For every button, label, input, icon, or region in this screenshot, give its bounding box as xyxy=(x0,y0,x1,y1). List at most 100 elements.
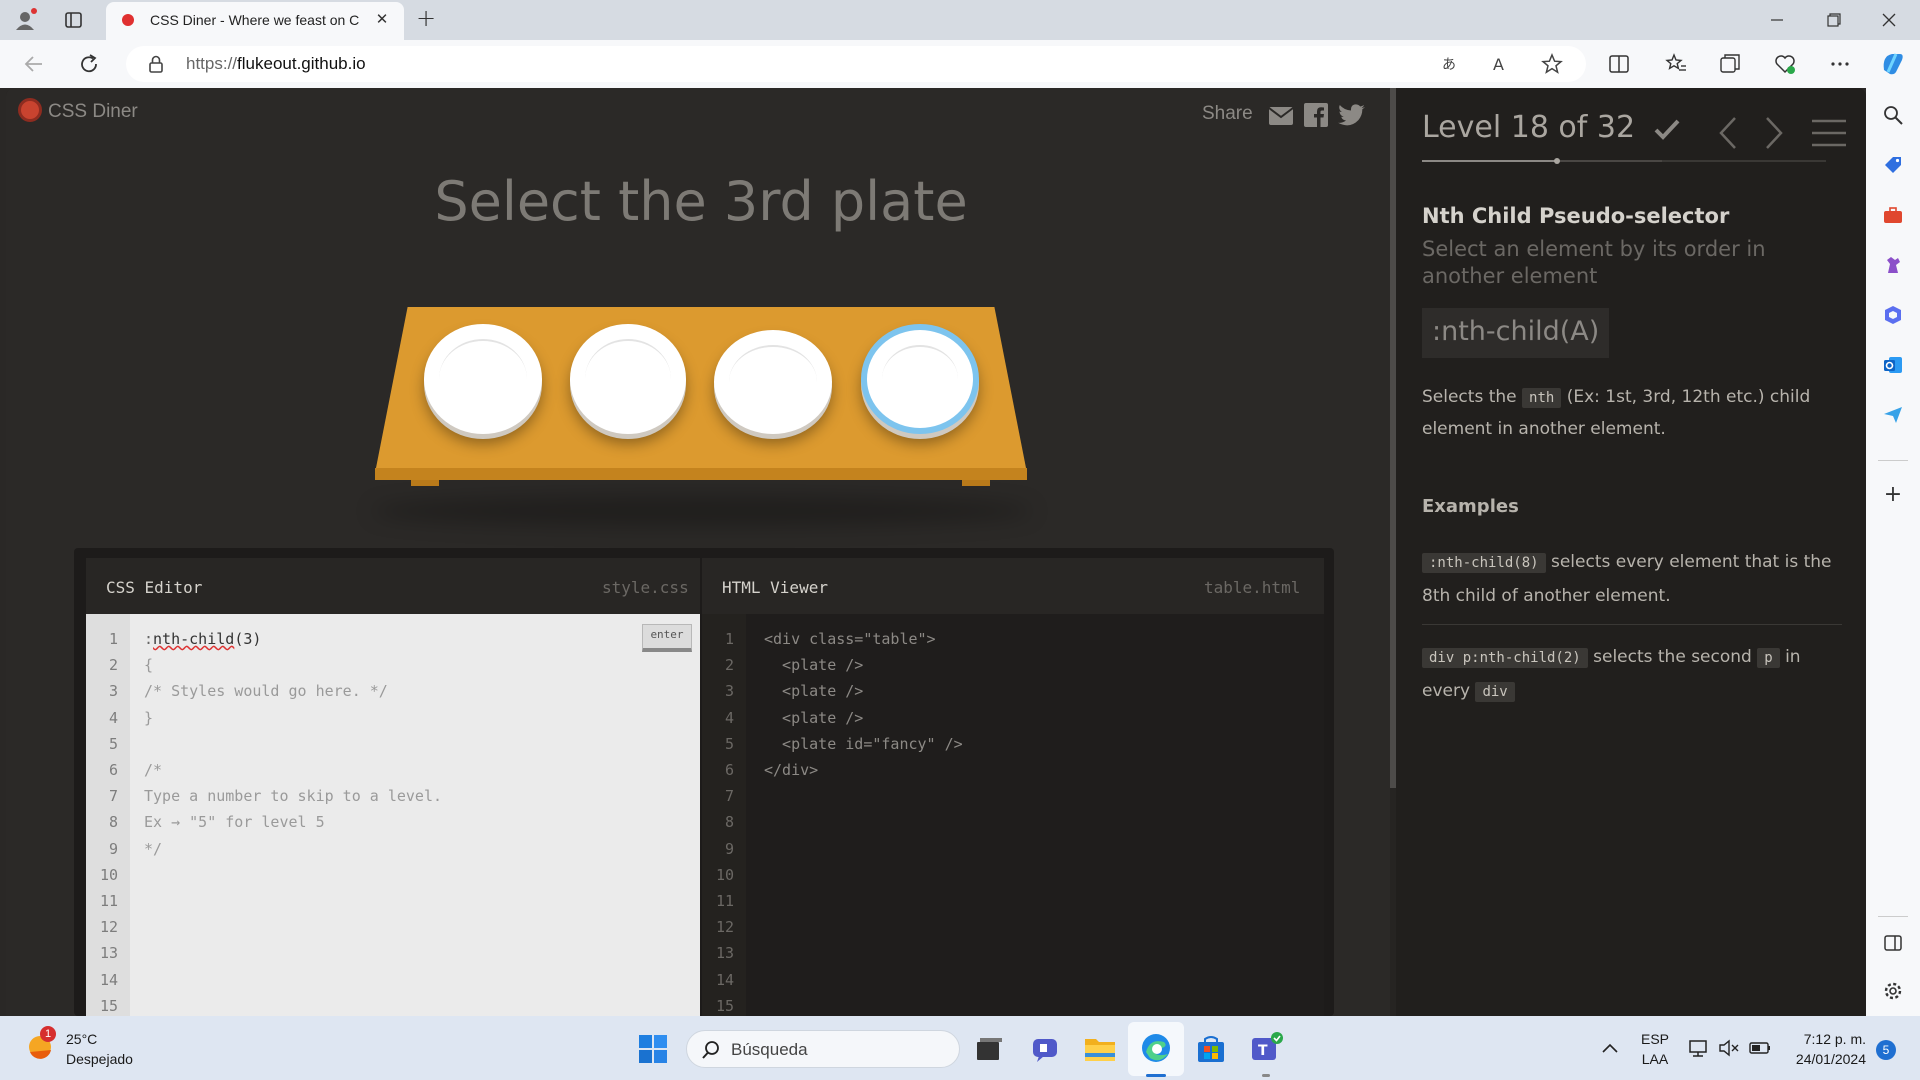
task-view-icon[interactable] xyxy=(974,1034,1004,1064)
address-bar[interactable]: https://flukeout.github.io あ A xyxy=(126,46,1586,82)
help-syntax: :nth-child(A) xyxy=(1422,308,1610,358)
next-level-icon[interactable] xyxy=(1764,116,1784,150)
close-tab-icon[interactable]: ✕ xyxy=(372,10,392,30)
html-line-number: 14 xyxy=(715,970,734,989)
microsoft-365-icon[interactable] xyxy=(1882,304,1904,326)
edge-active-indicator xyxy=(1146,1074,1166,1077)
plate-fancy[interactable] xyxy=(861,324,979,434)
weather-condition[interactable]: Despejado xyxy=(66,1051,133,1067)
level-progress-rest xyxy=(1662,160,1826,162)
css-line-number: 6 xyxy=(108,761,118,779)
level-progress-marker xyxy=(1554,158,1560,164)
html-code-line: <plate /> xyxy=(764,682,864,701)
level-menu-icon[interactable] xyxy=(1812,118,1846,148)
example-1: :nth-child(8) selects every element that… xyxy=(1422,552,1832,606)
level-indicator[interactable]: Level 18 of 32 xyxy=(1422,110,1635,145)
show-hidden-icons-icon[interactable] xyxy=(1600,1038,1620,1058)
clock-time[interactable]: 7:12 p. m. xyxy=(1780,1031,1866,1047)
shopping-tag-icon[interactable] xyxy=(1882,154,1904,176)
css-code-line: Type a number to skip to a level. xyxy=(144,787,443,806)
taskbar-search[interactable]: Búsqueda xyxy=(686,1030,960,1068)
level-help-panel: Level 18 of 32 Nth Child Pseudo-selector… xyxy=(1396,88,1866,1016)
html-line-number: 2 xyxy=(724,656,734,675)
css-line-number: 14 xyxy=(99,970,118,989)
minimize-icon[interactable] xyxy=(1762,10,1792,30)
weather-badge: 1 xyxy=(40,1026,56,1042)
teams-new-icon[interactable]: T xyxy=(1250,1032,1284,1064)
css-code-line: } xyxy=(144,708,154,727)
plate-2[interactable] xyxy=(570,324,686,434)
favorite-star-icon[interactable] xyxy=(1541,53,1563,75)
translate-icon[interactable]: あ xyxy=(1442,54,1462,74)
tools-icon[interactable] xyxy=(1882,204,1904,226)
css-line-number: 1 xyxy=(108,630,118,648)
html-line-number: 4 xyxy=(724,708,734,727)
email-share-icon[interactable] xyxy=(1268,106,1294,126)
settings-gear-icon[interactable] xyxy=(1882,980,1904,1002)
clock-date[interactable]: 24/01/2024 xyxy=(1780,1051,1866,1067)
edge-browser-icon[interactable] xyxy=(1140,1032,1172,1064)
more-options-icon[interactable] xyxy=(1828,52,1852,76)
keyboard-layout[interactable]: LAA xyxy=(1638,1051,1672,1067)
css-editor-title: CSS Editor xyxy=(106,578,203,597)
browser-essentials-icon[interactable] xyxy=(1773,52,1797,76)
level-complete-check-icon xyxy=(1654,118,1680,140)
enter-button[interactable]: enter xyxy=(642,624,692,652)
html-viewer-filename: table.html xyxy=(1204,578,1301,597)
new-tab-button[interactable]: + xyxy=(414,4,438,32)
search-icon[interactable] xyxy=(1882,104,1904,126)
css-selector-input[interactable]: :nth-child(3) xyxy=(144,630,261,648)
twitter-share-icon[interactable] xyxy=(1338,104,1366,126)
network-icon[interactable] xyxy=(1688,1038,1710,1058)
volume-muted-icon[interactable] xyxy=(1718,1038,1740,1058)
favorites-icon[interactable] xyxy=(1664,52,1688,76)
teams-chat-icon[interactable] xyxy=(1030,1034,1060,1064)
restore-icon[interactable] xyxy=(1818,10,1848,30)
css-line-number: 15 xyxy=(99,996,118,1015)
weather-temperature[interactable]: 25°C xyxy=(66,1031,97,1047)
browser-tab[interactable]: CSS Diner - Where we feast on C ✕ xyxy=(106,2,404,40)
lock-icon[interactable] xyxy=(148,55,164,73)
profile-icon[interactable] xyxy=(14,8,40,32)
notification-count-badge[interactable]: 5 xyxy=(1876,1040,1896,1060)
css-editor-header: CSS Editor style.css xyxy=(86,558,700,615)
html-line-number: 3 xyxy=(724,682,734,701)
sidebar-divider xyxy=(1878,460,1908,461)
css-line-number: 7 xyxy=(108,787,118,806)
copilot-icon[interactable] xyxy=(1878,48,1908,78)
table-shadow xyxy=(372,496,1032,526)
close-window-icon[interactable] xyxy=(1874,10,1904,30)
plate-3[interactable] xyxy=(714,330,832,434)
html-line-number: 7 xyxy=(724,787,734,806)
input-language[interactable]: ESP xyxy=(1638,1031,1672,1047)
css-line-number: 4 xyxy=(108,708,118,727)
url-text[interactable]: https://flukeout.github.io xyxy=(186,54,366,74)
file-explorer-icon[interactable] xyxy=(1084,1034,1116,1064)
send-icon[interactable] xyxy=(1882,404,1904,426)
html-code-line: <plate id="fancy" /> xyxy=(764,734,963,753)
html-line-number: 6 xyxy=(724,761,734,779)
games-icon[interactable] xyxy=(1882,254,1904,276)
collections-icon[interactable] xyxy=(1718,52,1742,76)
split-screen-icon[interactable] xyxy=(1608,54,1630,74)
facebook-share-icon[interactable] xyxy=(1304,103,1328,127)
windows-start-icon[interactable] xyxy=(638,1034,668,1064)
taskbar-search-placeholder: Búsqueda xyxy=(731,1040,808,1059)
plate-1[interactable] xyxy=(424,324,542,434)
css-editor-filename: style.css xyxy=(602,578,689,597)
hide-sidebar-icon[interactable] xyxy=(1882,932,1904,954)
read-aloud-icon[interactable]: A xyxy=(1492,54,1512,74)
previous-level-icon[interactable] xyxy=(1718,116,1738,150)
css-code-line: Ex → "5" for level 5 xyxy=(144,813,325,832)
example-divider xyxy=(1422,624,1842,625)
microsoft-store-icon[interactable] xyxy=(1196,1034,1226,1064)
html-line-number: 8 xyxy=(724,813,734,832)
tab-actions-icon[interactable] xyxy=(64,10,84,30)
outlook-icon[interactable] xyxy=(1882,354,1904,376)
battery-icon[interactable] xyxy=(1748,1038,1772,1058)
refresh-icon[interactable] xyxy=(77,52,101,76)
css-code-line: /* xyxy=(144,761,163,779)
add-sidebar-item-icon[interactable]: + xyxy=(1882,482,1904,507)
back-icon[interactable] xyxy=(22,52,46,76)
diner-logo-text: CSS Diner xyxy=(48,101,138,122)
